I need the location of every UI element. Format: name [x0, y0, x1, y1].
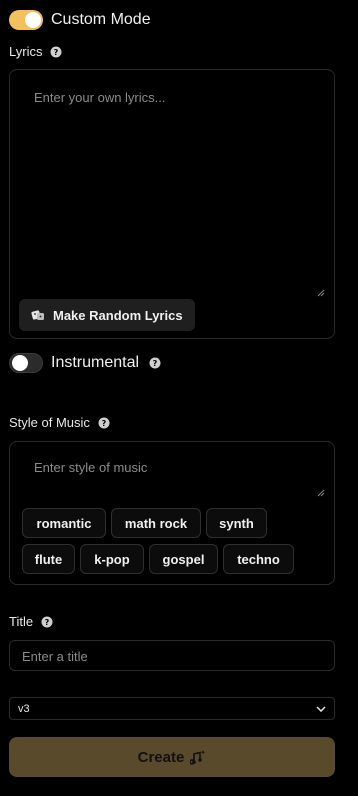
lyrics-input[interactable]: Enter your own lyrics... [34, 90, 166, 105]
custom-mode-row[interactable]: Custom Mode [9, 10, 151, 30]
lyrics-box: Enter your own lyrics... Make Random Lyr… [9, 69, 335, 339]
instrumental-row[interactable]: Instrumental ? [9, 353, 161, 373]
style-chip[interactable]: flute [22, 544, 75, 574]
style-input[interactable]: Enter style of music [34, 460, 147, 475]
chevron-down-icon [316, 705, 326, 712]
make-random-lyrics-button[interactable]: Make Random Lyrics [19, 299, 195, 331]
resize-handle-icon[interactable] [317, 289, 325, 297]
make-random-lyrics-label: Make Random Lyrics [53, 307, 183, 323]
style-chip[interactable]: romantic [22, 508, 106, 538]
model-select[interactable]: v3 [9, 697, 335, 720]
style-label-row: Style of Music ? [9, 415, 110, 430]
title-input[interactable]: Enter a title [9, 640, 335, 671]
question-circle-icon[interactable]: ? [98, 417, 110, 429]
svg-text:?: ? [54, 48, 59, 57]
title-label-row: Title ? [9, 614, 53, 629]
style-chip[interactable]: techno [223, 544, 294, 574]
svg-text:?: ? [45, 618, 50, 627]
resize-handle-icon[interactable] [317, 489, 325, 497]
instrumental-toggle[interactable] [9, 353, 43, 373]
question-circle-icon[interactable]: ? [50, 46, 62, 58]
toggle-knob [25, 12, 41, 28]
question-circle-icon[interactable]: ? [41, 616, 53, 628]
svg-text:?: ? [102, 419, 107, 428]
svg-text:?: ? [153, 359, 158, 368]
custom-mode-toggle[interactable] [9, 10, 43, 30]
dice-icon [31, 310, 44, 320]
toggle-knob [12, 355, 28, 371]
style-chip[interactable]: gospel [149, 544, 218, 574]
style-chip[interactable]: k-pop [80, 544, 144, 574]
custom-mode-label: Custom Mode [51, 11, 151, 28]
create-button-label: Create [137, 748, 185, 766]
lyrics-label: Lyrics [9, 44, 43, 59]
instrumental-label: Instrumental [51, 354, 140, 371]
title-placeholder: Enter a title [22, 649, 88, 664]
style-of-music-label: Style of Music [9, 415, 90, 430]
title-label: Title [9, 614, 34, 629]
create-button[interactable]: Create [9, 737, 335, 777]
lyrics-label-row: Lyrics ? [9, 44, 62, 59]
music-sparkle-icon [190, 750, 206, 765]
model-select-value: v3 [18, 702, 30, 715]
style-chip[interactable]: math rock [111, 508, 201, 538]
style-chip[interactable]: synth [206, 508, 267, 538]
question-circle-icon[interactable]: ? [149, 357, 161, 369]
